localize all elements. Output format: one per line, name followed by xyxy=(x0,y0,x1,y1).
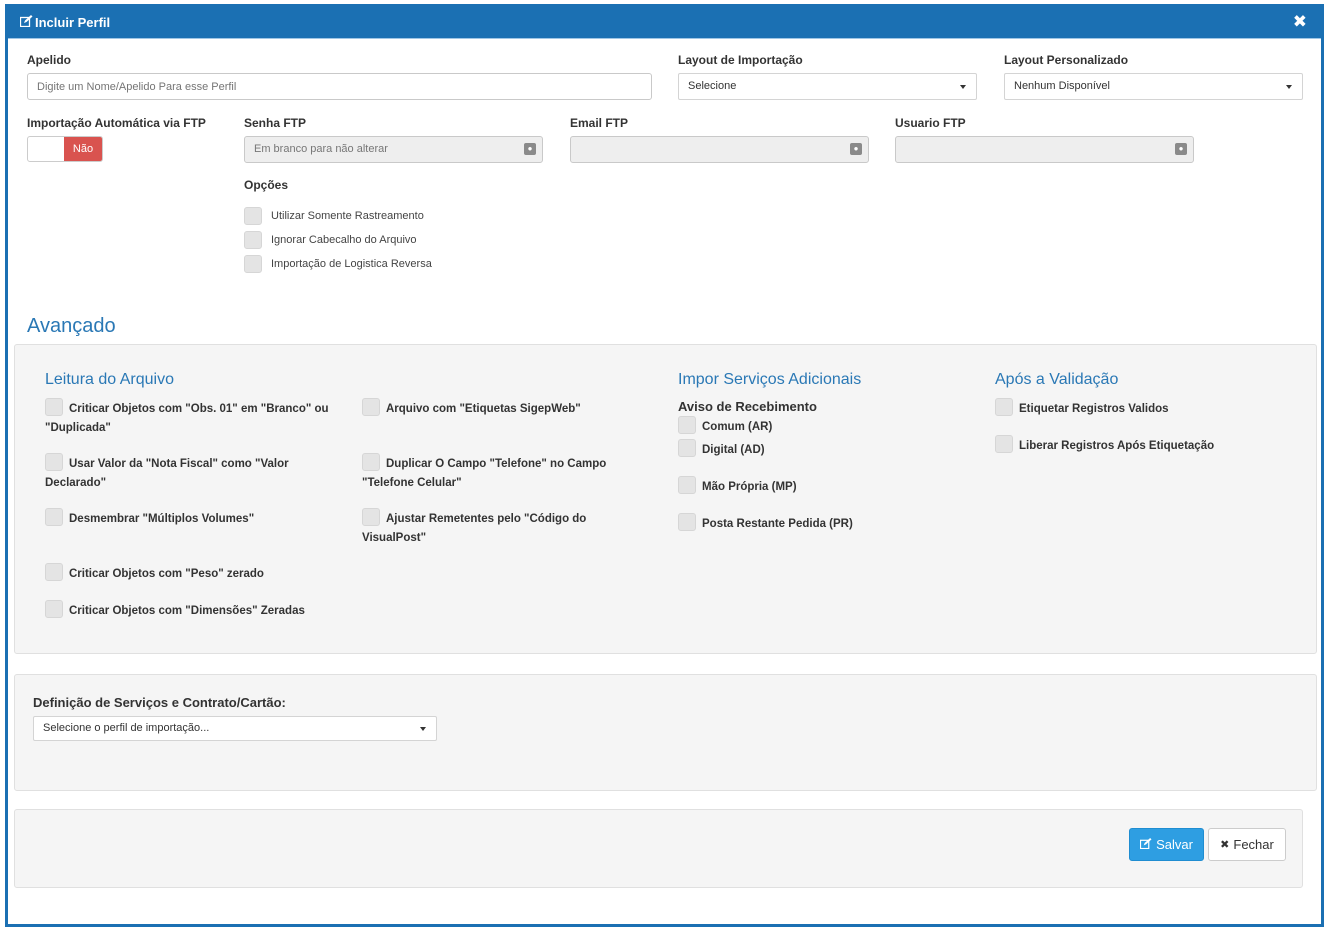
checkbox-label: Importação de Logistica Reversa xyxy=(271,258,432,270)
checkbox-box[interactable] xyxy=(45,398,63,416)
checkbox-box[interactable] xyxy=(244,231,262,249)
layout-importacao-select[interactable]: Selecione xyxy=(678,73,977,100)
opcao-rastreamento-checkbox[interactable]: Utilizar Somente Rastreamento xyxy=(244,207,424,225)
checkbox-box[interactable] xyxy=(45,453,63,471)
checkbox-box[interactable] xyxy=(362,508,380,526)
validacao-etiquetar-checkbox[interactable]: Etiquetar Registros Validos xyxy=(995,398,1285,419)
aviso-recebimento-label: Aviso de Recebimento xyxy=(678,399,817,414)
checkbox-box[interactable] xyxy=(244,207,262,225)
lock-icon: ● xyxy=(850,143,862,155)
leitura-opt-dimensoes[interactable]: Criticar Objetos com "Dimensões" Zeradas xyxy=(45,600,340,621)
checkbox-box[interactable] xyxy=(995,435,1013,453)
checkbox-box[interactable] xyxy=(45,600,63,618)
avancado-title: Avançado xyxy=(27,315,116,337)
leitura-opt-obs[interactable]: Criticar Objetos com "Obs. 01" em "Branc… xyxy=(45,398,340,438)
checkbox-box[interactable] xyxy=(45,563,63,581)
leitura-opt-remetentes[interactable]: Ajustar Remetentes pelo "Código do Visua… xyxy=(362,508,627,548)
checkbox-label: Usar Valor da "Nota Fiscal" como "Valor … xyxy=(45,458,289,489)
close-icon[interactable]: ✖ xyxy=(1293,12,1307,32)
edit-icon xyxy=(19,15,33,30)
validacao-title: Após a Validação xyxy=(995,371,1119,388)
checkbox-box[interactable] xyxy=(362,453,380,471)
servicos-title: Impor Serviços Adicionais xyxy=(678,371,862,388)
usuario-ftp-input[interactable]: ● xyxy=(895,136,1194,163)
apelido-label: Apelido xyxy=(27,53,71,67)
checkbox-label: Utilizar Somente Rastreamento xyxy=(271,210,424,222)
senha-ftp-input[interactable]: Em branco para não alterar ● xyxy=(244,136,543,163)
definicao-panel: Definição de Serviços e Contrato/Cartão:… xyxy=(14,674,1317,791)
servico-mp-checkbox[interactable]: Mão Própria (MP) xyxy=(678,476,928,497)
definicao-select[interactable]: Selecione o perfil de importação... xyxy=(33,716,437,741)
layout-importacao-label: Layout de Importação xyxy=(678,53,803,67)
servico-pr-checkbox[interactable]: Posta Restante Pedida (PR) xyxy=(678,513,928,534)
checkbox-label: Comum (AR) xyxy=(702,421,773,433)
senha-ftp-placeholder: Em branco para não alterar xyxy=(254,143,388,155)
modal-footer xyxy=(14,809,1303,888)
checkbox-label: Criticar Objetos com "Obs. 01" em "Branc… xyxy=(45,403,329,434)
apelido-input[interactable] xyxy=(27,73,652,100)
importacao-ftp-toggle[interactable]: Não xyxy=(27,136,103,162)
checkbox-label: Duplicar O Campo "Telefone" no Campo "Te… xyxy=(362,458,607,489)
checkbox-box[interactable] xyxy=(678,513,696,531)
senha-ftp-label: Senha FTP xyxy=(244,116,307,130)
save-button[interactable]: Salvar xyxy=(1129,828,1204,861)
leitura-title: Leitura do Arquivo xyxy=(45,371,174,388)
modal-header: Incluir Perfil ✖ xyxy=(8,7,1321,39)
validacao-liberar-checkbox[interactable]: Liberar Registros Após Etiquetação xyxy=(995,435,1285,456)
leitura-opt-multiplos-volumes[interactable]: Desmembrar "Múltiplos Volumes" xyxy=(45,508,340,529)
modal-title: Incluir Perfil xyxy=(19,15,111,30)
fechar-button-label: Fechar xyxy=(1233,837,1274,852)
opcoes-label: Opções xyxy=(244,178,289,192)
email-ftp-label: Email FTP xyxy=(570,116,629,130)
caret-down-icon xyxy=(960,85,966,89)
caret-down-icon xyxy=(420,727,426,731)
layout-personalizado-label: Layout Personalizado xyxy=(1004,53,1129,67)
email-ftp-input[interactable]: ● xyxy=(570,136,869,163)
toggle-off-label: Não xyxy=(64,137,102,161)
checkbox-label: Posta Restante Pedida (PR) xyxy=(702,518,853,530)
fechar-button[interactable]: ✖ Fechar xyxy=(1208,828,1286,861)
checkbox-label: Criticar Objetos com "Dimensões" Zeradas xyxy=(69,605,305,617)
checkbox-box[interactable] xyxy=(45,508,63,526)
caret-down-icon xyxy=(1286,85,1292,89)
layout-personalizado-select[interactable]: Nenhum Disponível xyxy=(1004,73,1303,100)
checkbox-box[interactable] xyxy=(678,476,696,494)
checkbox-box[interactable] xyxy=(362,398,380,416)
checkbox-label: Ajustar Remetentes pelo "Código do Visua… xyxy=(362,513,587,544)
checkbox-box[interactable] xyxy=(995,398,1013,416)
checkbox-label: Liberar Registros Após Etiquetação xyxy=(1019,440,1215,452)
edit-icon xyxy=(1139,837,1152,852)
opcao-cabecalho-checkbox[interactable]: Ignorar Cabecalho do Arquivo xyxy=(244,231,417,249)
lock-icon: ● xyxy=(1175,143,1187,155)
checkbox-label: Ignorar Cabecalho do Arquivo xyxy=(271,234,417,246)
usuario-ftp-label: Usuario FTP xyxy=(895,116,966,130)
leitura-opt-valor-declarado[interactable]: Usar Valor da "Nota Fiscal" como "Valor … xyxy=(45,453,340,493)
checkbox-label: Arquivo com "Etiquetas SigepWeb" xyxy=(386,403,581,415)
definicao-value: Selecione o perfil de importação... xyxy=(43,722,210,734)
leitura-opt-telefone[interactable]: Duplicar O Campo "Telefone" no Campo "Te… xyxy=(362,453,627,493)
checkbox-label: Digital (AD) xyxy=(702,444,765,456)
close-icon: ✖ xyxy=(1220,839,1230,851)
definicao-label: Definição de Serviços e Contrato/Cartão: xyxy=(33,695,286,710)
checkbox-box[interactable] xyxy=(678,416,696,434)
layout-personalizado-value: Nenhum Disponível xyxy=(1014,80,1110,92)
checkbox-label: Etiquetar Registros Validos xyxy=(1019,403,1169,415)
modal-title-text: Incluir Perfil xyxy=(35,15,111,30)
checkbox-label: Criticar Objetos com "Peso" zerado xyxy=(69,568,264,580)
importacao-ftp-label: Importação Automática via FTP xyxy=(27,116,206,130)
layout-importacao-value: Selecione xyxy=(688,80,737,92)
servico-ad-checkbox[interactable]: Digital (AD) xyxy=(678,439,928,460)
leitura-opt-peso[interactable]: Criticar Objetos com "Peso" zerado xyxy=(45,563,340,584)
save-button-label: Salvar xyxy=(1156,837,1193,852)
opcao-logistica-reversa-checkbox[interactable]: Importação de Logistica Reversa xyxy=(244,255,432,273)
checkbox-label: Mão Própria (MP) xyxy=(702,481,797,493)
checkbox-box[interactable] xyxy=(244,255,262,273)
lock-icon: ● xyxy=(524,143,536,155)
leitura-opt-sigepweb[interactable]: Arquivo com "Etiquetas SigepWeb" xyxy=(362,398,627,419)
incluir-perfil-modal: Incluir Perfil ✖ Apelido Layout de Impor… xyxy=(5,4,1324,927)
checkbox-label: Desmembrar "Múltiplos Volumes" xyxy=(69,513,255,525)
servico-ar-checkbox[interactable]: Comum (AR) xyxy=(678,416,928,437)
avancado-panel: Leitura do Arquivo Criticar Objetos com … xyxy=(14,344,1317,654)
checkbox-box[interactable] xyxy=(678,439,696,457)
